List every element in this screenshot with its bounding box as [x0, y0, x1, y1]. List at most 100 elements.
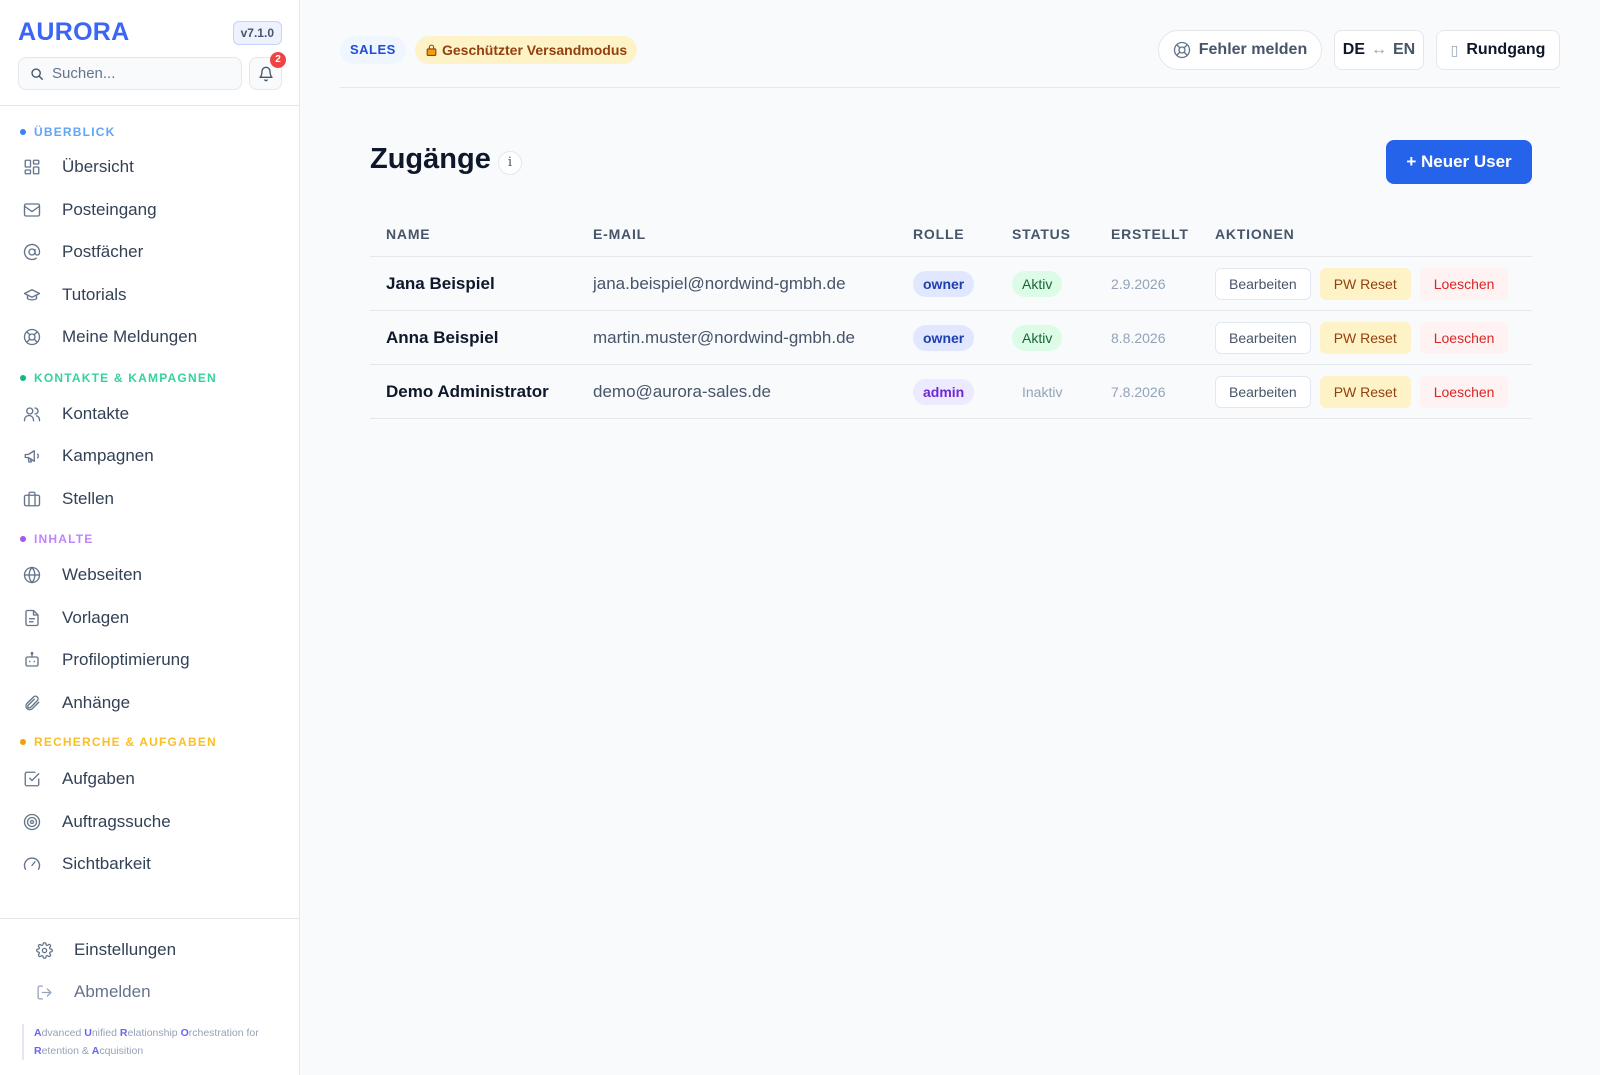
table-header: NAME E-MAIL ROLLE STATUS ERSTELLT AKTION…: [370, 210, 1532, 257]
role-badge: admin: [913, 379, 975, 405]
sidebar-item-label: Kampagnen: [62, 446, 154, 465]
column-header-status[interactable]: STATUS: [1012, 226, 1071, 242]
briefcase-icon: [22, 489, 42, 509]
section-title-contacts: KONTAKTE & KAMPAGNEN: [20, 371, 217, 385]
sidebar-item-vorlagen[interactable]: Vorlagen: [12, 599, 288, 637]
sidebar-item-label: Auftragssuche: [62, 812, 171, 831]
section-dot: [20, 536, 26, 542]
lifebuoy-icon: [22, 327, 42, 347]
sidebar-item-label: Anhänge: [62, 693, 131, 712]
page-title: Zugänge: [370, 143, 491, 175]
role-cell: admin: [913, 365, 975, 419]
language-toggle[interactable]: DE ↔ EN: [1334, 30, 1424, 70]
sidebar-item-profiloptimierung[interactable]: Profiloptimierung: [12, 641, 288, 679]
sidebar-item-tutorials[interactable]: Tutorials: [12, 276, 288, 314]
column-header-created[interactable]: ERSTELLT: [1111, 226, 1189, 242]
section-title-research: RECHERCHE & AUFGABEN: [20, 735, 217, 749]
notification-count-badge: 2: [270, 52, 286, 68]
top-bar: SALES Geschützter Versandmodus Fehler me…: [340, 28, 1560, 72]
sidebar-item-aufgaben[interactable]: Aufgaben: [12, 760, 288, 798]
delete-button[interactable]: Loeschen: [1419, 268, 1509, 300]
delete-button[interactable]: Loeschen: [1419, 376, 1509, 408]
sidebar-item-label: Kontakte: [62, 404, 130, 423]
created-date: 8.8.2026: [1111, 330, 1166, 346]
sidebar-item-label: Meine Meldungen: [62, 327, 198, 346]
created-date: 2.9.2026: [1111, 276, 1166, 292]
table-row: Jana Beispiel jana.beispiel@nordwind-gmb…: [370, 257, 1532, 311]
role-badge: owner: [913, 271, 975, 297]
role-cell: owner: [913, 311, 975, 365]
paperclip-icon: [22, 693, 42, 713]
status-badge: Aktiv: [1012, 325, 1063, 351]
sidebar-item-sichtbarkeit[interactable]: Sichtbarkeit: [12, 845, 288, 883]
lifebuoy-icon: [1173, 41, 1190, 59]
actions-cell: Bearbeiten PW Reset Loeschen: [1215, 365, 1517, 419]
mail-icon: [22, 200, 42, 220]
brand-logo[interactable]: AURORA: [18, 18, 130, 47]
gauge-icon: [22, 854, 42, 874]
sidebar-item-label: Postfächer: [62, 242, 144, 261]
sidebar-item-auftragssuche[interactable]: Auftragssuche: [12, 803, 288, 841]
lock-icon: [426, 44, 437, 56]
sidebar-item-stellen[interactable]: Stellen: [12, 480, 288, 518]
pw-reset-button[interactable]: PW Reset: [1319, 376, 1411, 408]
column-header-actions: AKTIONEN: [1215, 226, 1295, 242]
at-sign-icon: [22, 242, 42, 262]
sidebar-item-postfaecher[interactable]: Postfächer: [12, 233, 288, 271]
sidebar-item-kampagnen[interactable]: Kampagnen: [12, 437, 288, 475]
info-icon[interactable]: i: [498, 151, 522, 175]
bell-icon: [259, 66, 273, 82]
delete-button[interactable]: Loeschen: [1419, 322, 1509, 354]
tour-button[interactable]: ▯ Rundgang: [1436, 30, 1560, 70]
sidebar-item-uebersicht[interactable]: Übersicht: [12, 148, 288, 186]
search-icon: [31, 68, 43, 80]
lang-to: EN: [1393, 41, 1416, 58]
search-box[interactable]: [18, 57, 242, 90]
sidebar-item-einstellungen[interactable]: Einstellungen: [24, 932, 276, 968]
graduation-cap-icon: [22, 285, 42, 305]
tour-label: Rundgang: [1466, 41, 1546, 58]
section-title-label: INHALTE: [34, 532, 94, 546]
pw-reset-button[interactable]: PW Reset: [1319, 268, 1411, 300]
file-text-icon: [22, 608, 42, 628]
sidebar-item-label: Aufgaben: [62, 769, 135, 788]
users-icon: [22, 404, 42, 424]
user-name: Jana Beispiel: [386, 274, 495, 293]
logout-icon: [34, 982, 54, 1002]
sidebar-item-webseiten[interactable]: Webseiten: [12, 556, 288, 594]
sidebar-item-label: Tutorials: [62, 285, 127, 304]
sidebar-item-meine-meldungen[interactable]: Meine Meldungen: [12, 318, 288, 356]
section-title-overview: ÜBERBLICK: [20, 125, 115, 139]
report-bug-label: Fehler melden: [1198, 41, 1308, 58]
actions-cell: Bearbeiten PW Reset Loeschen: [1215, 257, 1517, 311]
status-cell: Inaktiv: [1012, 365, 1072, 419]
user-name: Demo Administrator: [386, 382, 549, 401]
notifications-button[interactable]: 2: [249, 52, 286, 90]
sidebar-item-abmelden[interactable]: Abmelden: [24, 974, 276, 1010]
edit-button[interactable]: Bearbeiten: [1215, 268, 1311, 300]
edit-button[interactable]: Bearbeiten: [1215, 322, 1311, 354]
sidebar-item-label: Einstellungen: [74, 940, 177, 959]
version-badge: v7.1.0: [232, 21, 282, 45]
column-header-name[interactable]: NAME: [386, 226, 430, 242]
report-bug-button[interactable]: Fehler melden: [1158, 30, 1322, 70]
new-user-button[interactable]: + Neuer User: [1386, 140, 1532, 184]
sidebar-item-label: Posteingang: [62, 200, 157, 219]
column-header-role[interactable]: ROLLE: [913, 226, 964, 242]
sidebar-item-posteingang[interactable]: Posteingang: [12, 191, 288, 229]
grid-icon: [22, 157, 42, 177]
column-header-email[interactable]: E-MAIL: [593, 226, 646, 242]
megaphone-icon: [22, 446, 42, 466]
section-title-label: ÜBERBLICK: [34, 125, 116, 139]
search-input[interactable]: [52, 58, 237, 89]
actions-cell: Bearbeiten PW Reset Loeschen: [1215, 311, 1517, 365]
sidebar-item-label: Stellen: [62, 489, 114, 508]
status-cell: Aktiv: [1012, 257, 1063, 311]
sidebar-item-anhaenge[interactable]: Anhänge: [12, 684, 288, 722]
sidebar-item-label: Sichtbarkeit: [62, 854, 151, 873]
sidebar-item-kontakte[interactable]: Kontakte: [12, 395, 288, 433]
protected-mode-chip: Geschützter Versandmodus: [415, 36, 638, 64]
sidebar-item-label: Übersicht: [62, 157, 134, 176]
pw-reset-button[interactable]: PW Reset: [1319, 322, 1411, 354]
edit-button[interactable]: Bearbeiten: [1215, 376, 1311, 408]
